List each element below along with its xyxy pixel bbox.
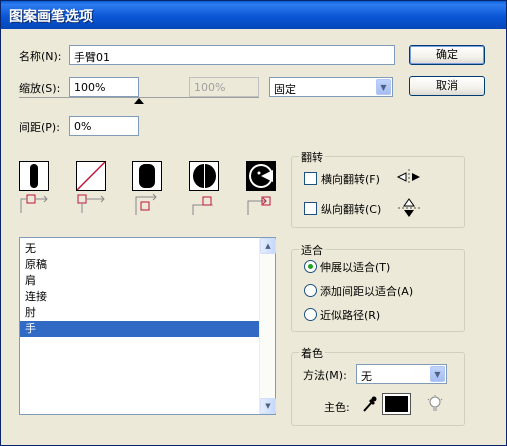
- scale-field[interactable]: 100%: [69, 77, 139, 97]
- side-tile[interactable]: [19, 161, 49, 191]
- key-color-swatch[interactable]: [382, 393, 411, 415]
- window-title: 图案画笔选项: [9, 9, 93, 25]
- inner-corner-arrow-icon: [135, 193, 157, 215]
- list-scrollbar[interactable]: ▲ ▼: [259, 238, 276, 414]
- chevron-down-icon[interactable]: ▼: [430, 366, 445, 382]
- method-label: 方法(M):: [303, 369, 347, 382]
- outer-corner-tile[interactable]: [76, 161, 106, 191]
- pattern-list-item[interactable]: 手: [20, 321, 259, 337]
- name-label: 名称(N):: [19, 50, 62, 63]
- inner-corner-tile[interactable]: [132, 161, 162, 191]
- pattern-list-item[interactable]: 肩: [20, 273, 259, 289]
- pattern-list[interactable]: 无原稿肩连接肘手 ▲ ▼: [19, 237, 276, 415]
- fit-add-space-radio[interactable]: [304, 284, 317, 297]
- fit-stretch-radio[interactable]: [304, 260, 317, 273]
- scale-mode-value: 固定: [274, 83, 296, 96]
- lightbulb-icon[interactable]: [427, 395, 443, 413]
- flip-group-title: 翻转: [299, 149, 325, 165]
- scroll-down-icon[interactable]: ▼: [260, 398, 276, 414]
- pattern-list-item[interactable]: 无: [20, 241, 259, 257]
- scale-slider-thumb[interactable]: [134, 98, 144, 104]
- fit-stretch-label[interactable]: 伸展以适合(T): [320, 259, 390, 275]
- elbow-icon: [193, 164, 216, 188]
- flip-horizontal-checkbox[interactable]: [304, 172, 317, 185]
- name-field[interactable]: 手臂01: [69, 45, 395, 65]
- flip-vertical-label[interactable]: 纵向翻转(C): [321, 201, 381, 217]
- end-tile[interactable]: [246, 161, 276, 191]
- scroll-up-icon[interactable]: ▲: [260, 238, 276, 254]
- end-tile-arrow-icon: [247, 196, 271, 215]
- flip-horizontal-icon: [396, 169, 420, 185]
- title-bar[interactable]: 图案画笔选项: [1, 1, 506, 29]
- outer-corner-arrow-icon: [77, 194, 105, 213]
- side-tile-arrow-icon: [20, 194, 48, 213]
- key-color-fill: [385, 396, 408, 412]
- arm-segment-icon: [30, 164, 38, 188]
- method-select[interactable]: 无 ▼: [356, 364, 447, 384]
- flip-horizontal-label[interactable]: 横向翻转(F): [321, 171, 380, 187]
- flip-vertical-icon: [398, 198, 420, 217]
- chevron-down-icon[interactable]: ▼: [376, 79, 391, 95]
- scale-max-field: 100%: [189, 77, 259, 97]
- ok-button[interactable]: 确定: [409, 45, 485, 65]
- pattern-brush-options-dialog: 图案画笔选项 名称(N): 手臂01 缩放(S): 100% 100% 固定 ▼…: [0, 0, 507, 446]
- eyedropper-icon[interactable]: [361, 395, 377, 413]
- scale-mode-select[interactable]: 固定 ▼: [269, 77, 393, 97]
- start-tile[interactable]: [189, 161, 219, 191]
- fit-approximate-path-radio[interactable]: [304, 308, 317, 321]
- method-value: 无: [361, 370, 372, 383]
- pattern-list-item[interactable]: 肘: [20, 305, 259, 321]
- pattern-list-item[interactable]: 连接: [20, 289, 259, 305]
- pattern-list-item[interactable]: 原稿: [20, 257, 259, 273]
- none-slash-icon: [76, 161, 106, 191]
- cancel-button[interactable]: 取消: [409, 76, 485, 96]
- colorization-group-title: 着色: [299, 345, 325, 361]
- fit-group-title: 适合: [299, 242, 325, 258]
- spacing-label: 间距(P):: [19, 121, 60, 134]
- fit-approximate-path-label[interactable]: 近似路径(R): [320, 307, 380, 323]
- spacing-field[interactable]: 0%: [69, 116, 139, 136]
- start-tile-arrow-icon: [192, 196, 213, 215]
- fit-add-space-label[interactable]: 添加间距以适合(A): [320, 283, 413, 299]
- shoulder-icon: [139, 164, 155, 188]
- hand-icon: [249, 164, 273, 188]
- flip-group: [291, 156, 465, 228]
- flip-vertical-checkbox[interactable]: [304, 202, 317, 215]
- scale-label: 缩放(S):: [19, 82, 61, 95]
- key-color-label: 主色:: [324, 401, 350, 414]
